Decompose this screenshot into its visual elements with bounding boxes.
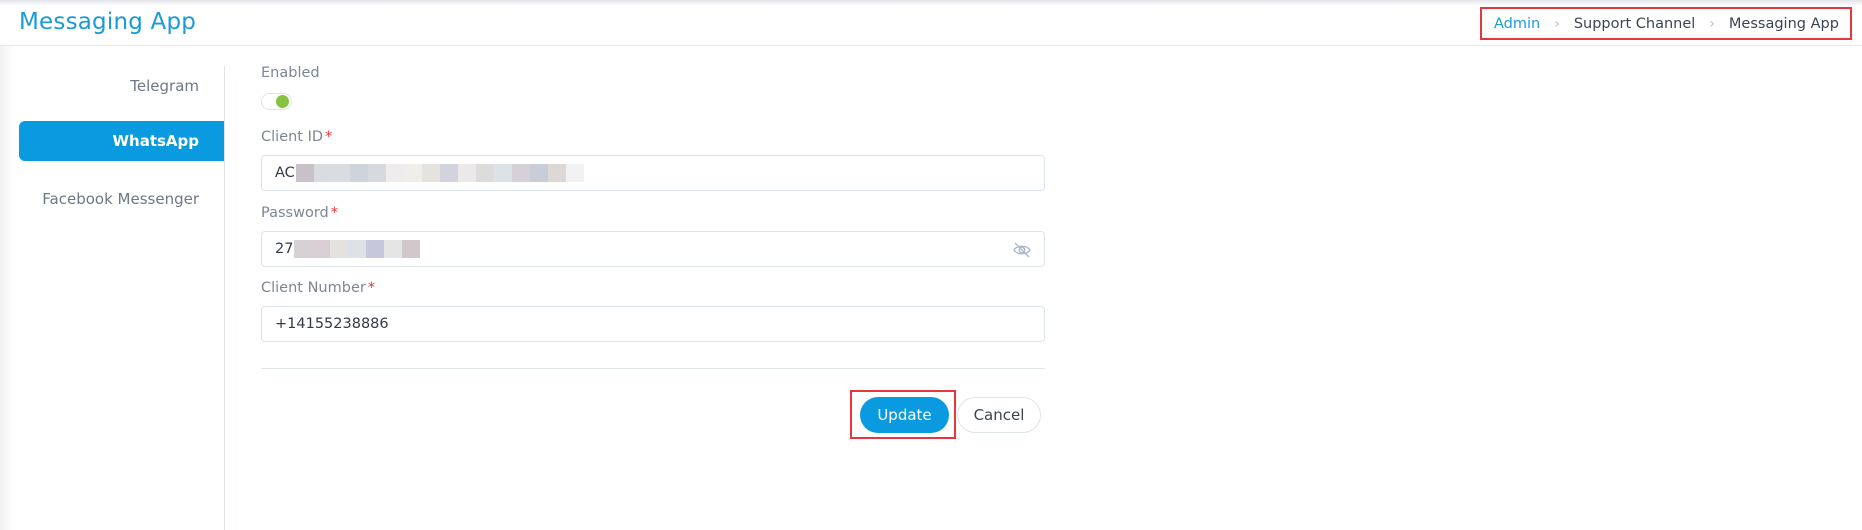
form-divider <box>261 368 1045 369</box>
chevron-right-icon: › <box>1554 15 1560 32</box>
sidebar-divider <box>224 66 225 530</box>
cancel-button[interactable]: Cancel <box>957 397 1041 433</box>
required-mark: * <box>330 205 338 221</box>
password-label-text: Password <box>261 205 329 221</box>
chevron-right-icon: › <box>1709 15 1715 32</box>
eye-off-icon[interactable] <box>1012 241 1032 259</box>
client-number-input[interactable]: +14155238886 <box>261 306 1045 342</box>
required-mark: * <box>325 129 333 145</box>
sidebar-item-whatsapp[interactable]: WhatsApp <box>19 121 224 161</box>
enabled-toggle[interactable] <box>261 93 292 110</box>
sidebar-item-telegram[interactable]: Telegram <box>19 66 224 106</box>
breadcrumb-messaging-app: Messaging App <box>1728 15 1839 32</box>
client-number-label: Client Number * <box>261 280 375 296</box>
breadcrumb: Admin › Support Channel › Messaging App <box>1480 7 1852 40</box>
page-title: Messaging App <box>19 9 197 35</box>
toggle-knob <box>276 95 289 108</box>
enabled-label: Enabled <box>261 65 320 81</box>
client-id-value: AC <box>275 165 295 181</box>
breadcrumb-admin[interactable]: Admin <box>1494 16 1540 32</box>
client-number-value: +14155238886 <box>275 316 389 332</box>
client-id-label-text: Client ID <box>261 129 324 145</box>
breadcrumb-support-channel[interactable]: Support Channel <box>1574 16 1695 32</box>
required-mark: * <box>367 280 376 296</box>
redacted-value <box>295 164 584 182</box>
update-button[interactable]: Update <box>860 397 949 433</box>
password-value: 27 <box>275 241 294 257</box>
client-id-label: Client ID * <box>261 129 332 145</box>
left-shade <box>0 46 14 530</box>
sidebar-item-facebook-messenger[interactable]: Facebook Messenger <box>19 179 224 219</box>
page-header: Messaging App Admin › Support Channel › … <box>0 0 1862 46</box>
client-number-label-text: Client Number <box>261 280 366 296</box>
password-label: Password * <box>261 205 338 221</box>
client-id-input[interactable]: AC <box>261 155 1045 191</box>
password-input[interactable]: 27 <box>261 231 1045 267</box>
redacted-value <box>294 240 421 258</box>
